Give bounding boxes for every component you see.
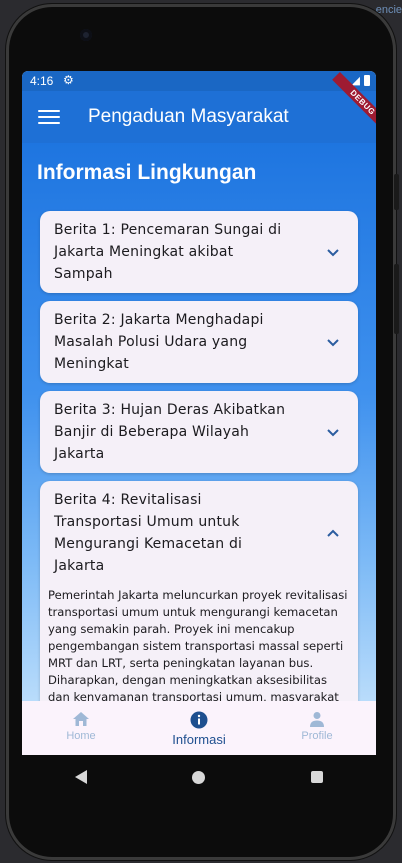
system-navigation <box>22 755 376 799</box>
recents-icon[interactable] <box>311 771 324 783</box>
nav-profile[interactable]: Profile <box>267 701 367 742</box>
status-time: 4:16 <box>30 74 54 88</box>
news-card-header[interactable]: Berita 4: Revitalisasi Transportasi Umum… <box>40 481 358 585</box>
bottom-navigation: Home Informasi Profile <box>22 701 376 755</box>
home-button-icon[interactable] <box>192 770 206 784</box>
news-card-expanded[interactable]: Berita 4: Revitalisasi Transportasi Umum… <box>40 481 358 701</box>
volume-button <box>394 174 399 210</box>
info-icon <box>190 711 208 729</box>
page-title: Informasi Lingkungan <box>37 161 257 184</box>
news-card-header[interactable]: Berita 2: Jakarta Menghadapi Masalah Pol… <box>40 301 358 383</box>
news-card-header[interactable]: Berita 1: Pencemaran Sungai di Jakarta M… <box>40 211 358 293</box>
news-title: Berita 2: Jakarta Menghadapi Masalah Pol… <box>54 312 264 372</box>
chevron-down-icon[interactable] <box>322 331 344 353</box>
chevron-down-icon[interactable] <box>322 241 344 263</box>
person-icon <box>310 712 324 727</box>
news-card[interactable]: Berita 3: Hujan Deras Akibatkan Banjir d… <box>40 391 358 473</box>
menu-icon[interactable] <box>38 110 60 124</box>
news-card[interactable]: Berita 1: Pencemaran Sungai di Jakarta M… <box>40 211 358 293</box>
app-title: Pengaduan Masyarakat <box>88 106 289 127</box>
nav-informasi-label: Informasi <box>172 732 226 747</box>
news-title: Berita 1: Pencemaran Sungai di Jakarta M… <box>54 222 282 282</box>
nav-informasi[interactable]: Informasi <box>149 701 249 747</box>
gear-icon: ⚙ <box>63 73 74 87</box>
app-bar: Pengaduan Masyarakat DEBUG <box>22 71 376 143</box>
home-icon <box>73 712 89 726</box>
news-list: Berita 1: Pencemaran Sungai di Jakarta M… <box>40 211 358 701</box>
app-screen: 4:16 ⚙ ▼ ◢ Pengaduan Masyarakat DEBUG In… <box>22 71 376 755</box>
battery-icon <box>364 75 370 86</box>
nav-home-label: Home <box>66 730 96 742</box>
chevron-down-icon[interactable] <box>322 421 344 443</box>
news-body: Pemerintah Jakarta meluncurkan proyek re… <box>48 588 348 701</box>
content-area[interactable]: Informasi Lingkungan Berita 1: Pencemara… <box>22 143 376 701</box>
news-title: Berita 3: Hujan Deras Akibatkan Banjir d… <box>54 402 286 462</box>
nav-home[interactable]: Home <box>31 701 131 742</box>
news-card-header[interactable]: Berita 3: Hujan Deras Akibatkan Banjir d… <box>40 391 358 473</box>
status-bar: 4:16 ⚙ ▼ ◢ <box>22 71 376 91</box>
nav-profile-label: Profile <box>301 730 333 742</box>
news-title: Berita 4: Revitalisasi Transportasi Umum… <box>54 492 243 574</box>
back-icon[interactable] <box>74 770 87 784</box>
front-camera <box>80 29 92 41</box>
chevron-up-icon[interactable] <box>322 522 344 544</box>
power-button <box>394 264 399 334</box>
news-card[interactable]: Berita 2: Jakarta Menghadapi Masalah Pol… <box>40 301 358 383</box>
